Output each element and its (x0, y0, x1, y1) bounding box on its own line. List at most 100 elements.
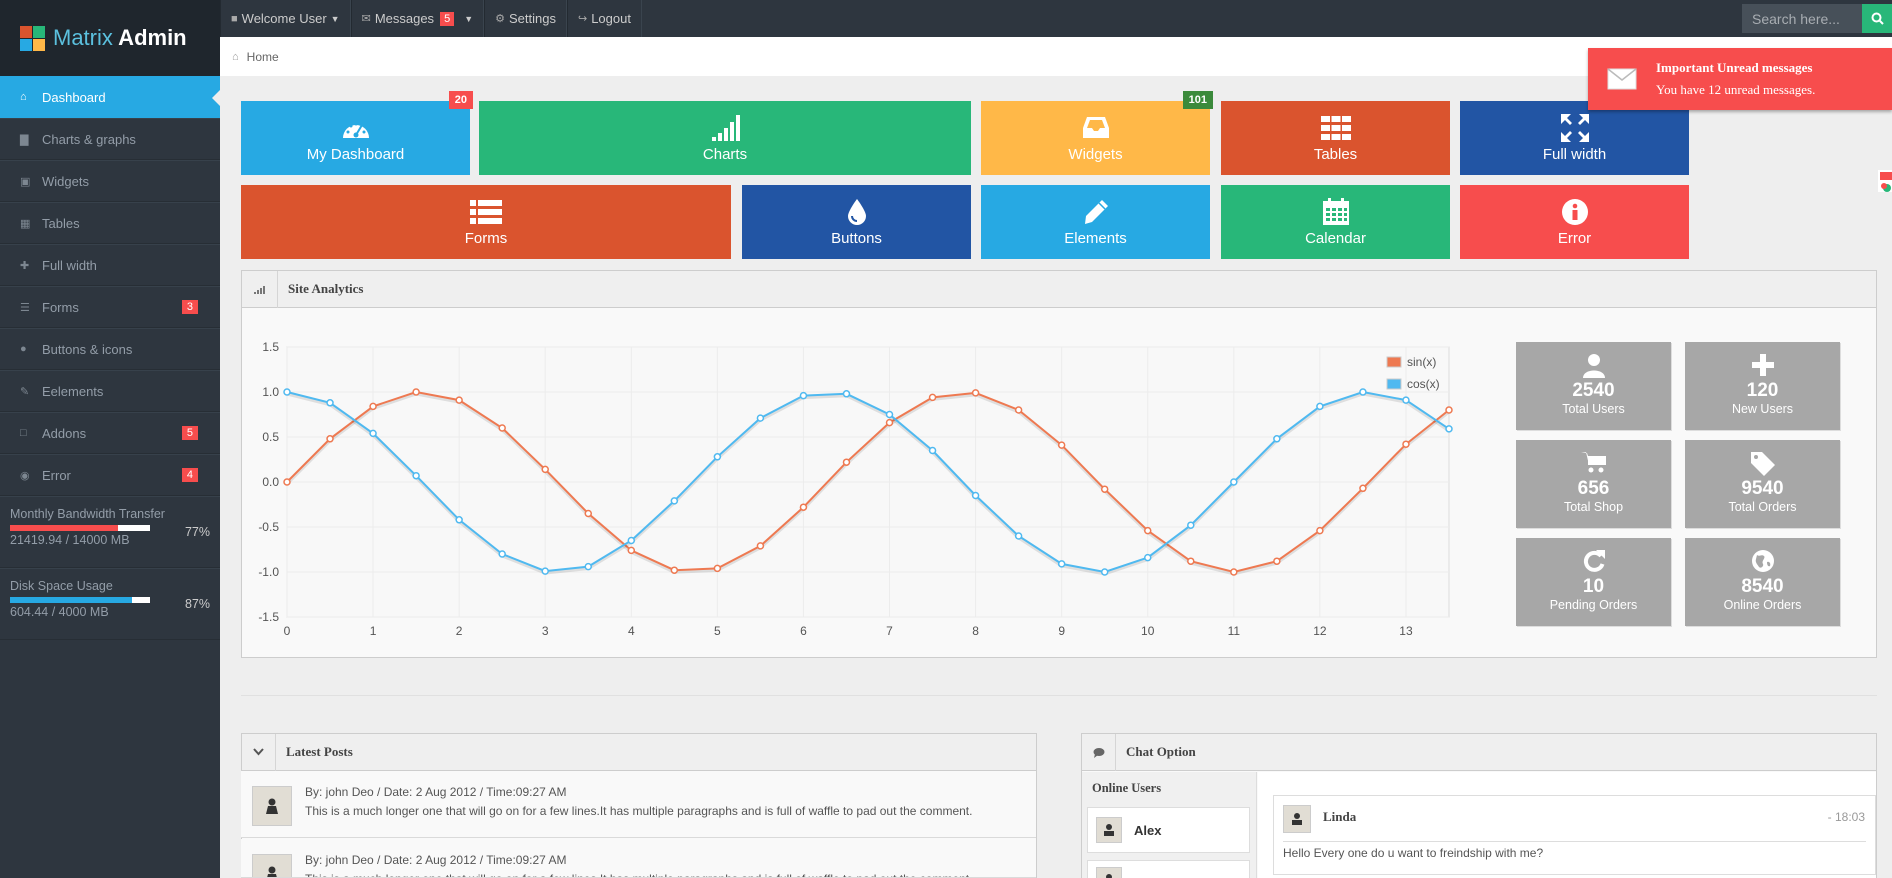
sidebar-item-eelements[interactable]: ✎ Eelements (0, 370, 220, 412)
legend-label: sin(x) (1407, 355, 1436, 369)
post-text: This is a much longer one that will go o… (305, 804, 973, 818)
pencil-icon: ✎ (20, 385, 30, 398)
data-point (1402, 440, 1410, 448)
disk-label: Disk Space Usage (10, 579, 113, 593)
data-point (326, 399, 334, 407)
cog-icon: ⚙ (495, 13, 505, 25)
home-icon: ⌂ (20, 91, 27, 103)
stat-pending-orders[interactable]: 10 Pending Orders (1516, 538, 1671, 626)
sidebar-item-forms[interactable]: ☰ Forms 3 (0, 286, 220, 328)
chat-user-alex[interactable]: Alex (1087, 807, 1250, 853)
settings-link[interactable]: ⚙ Settings (484, 0, 567, 37)
logo-icon (20, 25, 45, 51)
x-tick-label: 2 (456, 624, 463, 638)
chat-message-author: Linda (1323, 809, 1357, 824)
stat-label: New Users (1731, 402, 1794, 416)
sidebar-item-addons[interactable]: □ Addons 5 (0, 412, 220, 454)
sidebar-item-error[interactable]: ◉ Error 4 (0, 454, 220, 496)
x-tick-label: 12 (1313, 624, 1327, 638)
stat-value: 9540 (1741, 478, 1784, 499)
envelope-icon: ✉ (361, 13, 371, 25)
search-button[interactable] (1862, 4, 1892, 33)
logout-label: Logout (591, 11, 631, 26)
tile-buttons[interactable]: Buttons (742, 185, 971, 259)
y-tick-label: 1.5 (262, 340, 279, 354)
inbox-icon: ▣ (20, 175, 31, 188)
stat-total-shop[interactable]: 656 Total Shop (1516, 440, 1671, 528)
data-point (670, 566, 679, 574)
sidebar-item-label: Error (42, 467, 71, 483)
widget-header: Site Analytics (242, 270, 1876, 308)
chevron-down-icon[interactable] (242, 733, 276, 771)
search-input[interactable] (1742, 4, 1862, 33)
messages-dropdown[interactable]: ✉ Messages 5 ▼ (350, 0, 485, 37)
stat-value: 8540 (1741, 576, 1784, 597)
sidebar-item-tables[interactable]: ▦ Tables (0, 202, 220, 244)
data-point (326, 435, 334, 443)
fullscreen-icon (1560, 113, 1589, 142)
top-nav-menu: ■ Welcome User ▼ ✉ Messages 5 ▼ ⚙ Settin… (220, 0, 642, 37)
bandwidth-progress (10, 525, 150, 531)
data-point (283, 388, 291, 396)
post-meta: By: john Deo / Date: 2 Aug 2012 / Time:0… (305, 785, 567, 799)
chat-user-2[interactable] (1087, 860, 1250, 878)
stat-total-orders[interactable]: 9540 Total Orders (1685, 440, 1840, 528)
notification-popup[interactable]: Important Unread messages You have 12 un… (1588, 48, 1892, 110)
sidebar-item-widgets[interactable]: ▣ Widgets (0, 160, 220, 202)
user-icon (1516, 354, 1671, 380)
info-icon (1561, 198, 1588, 226)
tile-full-width[interactable]: Full width (1460, 101, 1689, 175)
data-point (799, 503, 808, 511)
legend-swatch (1386, 378, 1402, 390)
data-point (584, 562, 593, 571)
tile-label: Tables (1313, 145, 1358, 163)
tile-forms[interactable]: Forms (241, 185, 731, 259)
brand-logo[interactable]: Matrix Admin (0, 0, 220, 76)
bandwidth-percent: 77% (184, 525, 210, 539)
data-point (283, 478, 291, 486)
notification-title: Important Unread messages (1656, 60, 1813, 75)
data-point (584, 509, 593, 518)
data-point (455, 516, 463, 524)
tile-widgets[interactable]: Widgets 101 (981, 91, 1213, 175)
share-icon: ↪ (577, 13, 588, 25)
signal-icon (710, 114, 740, 142)
chat-user-name: Alex (1134, 822, 1162, 838)
chat-message: Linda - 18:03 Hello Every one do u want … (1273, 795, 1876, 875)
signal-icon: ▇ (20, 133, 29, 146)
welcome-user-dropdown[interactable]: ■ Welcome User ▼ (220, 0, 351, 37)
sidebar-item-label: Charts & graphs (42, 131, 136, 147)
data-point (1316, 402, 1324, 411)
tile-error[interactable]: Error (1460, 185, 1689, 259)
stat-total-users[interactable]: 2540 Total Users (1516, 342, 1671, 430)
data-point (412, 471, 420, 480)
disk-value: 604.44 / 4000 MB (10, 605, 109, 619)
tile-my-dashboard[interactable]: My Dashboard 20 (241, 91, 473, 175)
stat-value: 10 (1582, 576, 1605, 597)
sidebar-item-label: Eelements (42, 383, 104, 399)
settings-label: Settings (508, 11, 556, 26)
sidebar-item-dashboard[interactable]: ⌂ Dashboard (0, 76, 220, 118)
sidebar-item-full-width[interactable]: ✚ Full width (0, 244, 220, 286)
tile-charts[interactable]: Charts (479, 101, 971, 175)
widget-title: Latest Posts (286, 744, 353, 759)
data-point (713, 564, 722, 573)
logout-link[interactable]: ↪ Logout (566, 0, 642, 37)
side-widget-icon[interactable] (1878, 170, 1892, 192)
sidebar-item-buttons-icons[interactable]: ● Buttons & icons (0, 328, 220, 370)
data-point (842, 458, 851, 466)
tile-elements[interactable]: Elements (981, 185, 1210, 259)
tile-calendar[interactable]: Calendar (1221, 185, 1450, 259)
data-point (1273, 557, 1281, 565)
breadcrumb-home[interactable]: Home (247, 50, 279, 64)
sidebar-item-label: Forms (42, 299, 79, 315)
stat-online-orders[interactable]: 8540 Online Orders (1685, 538, 1840, 626)
data-point (1014, 406, 1023, 414)
data-point (1230, 568, 1238, 576)
y-tick-label: -1.0 (258, 565, 279, 579)
x-tick-label: 10 (1141, 624, 1155, 638)
tile-tables[interactable]: Tables (1221, 101, 1450, 175)
stat-new-users[interactable]: 120 New Users (1685, 342, 1840, 430)
x-tick-label: 7 (886, 624, 893, 638)
sidebar-item-charts-graphs[interactable]: ▇ Charts & graphs (0, 118, 220, 160)
